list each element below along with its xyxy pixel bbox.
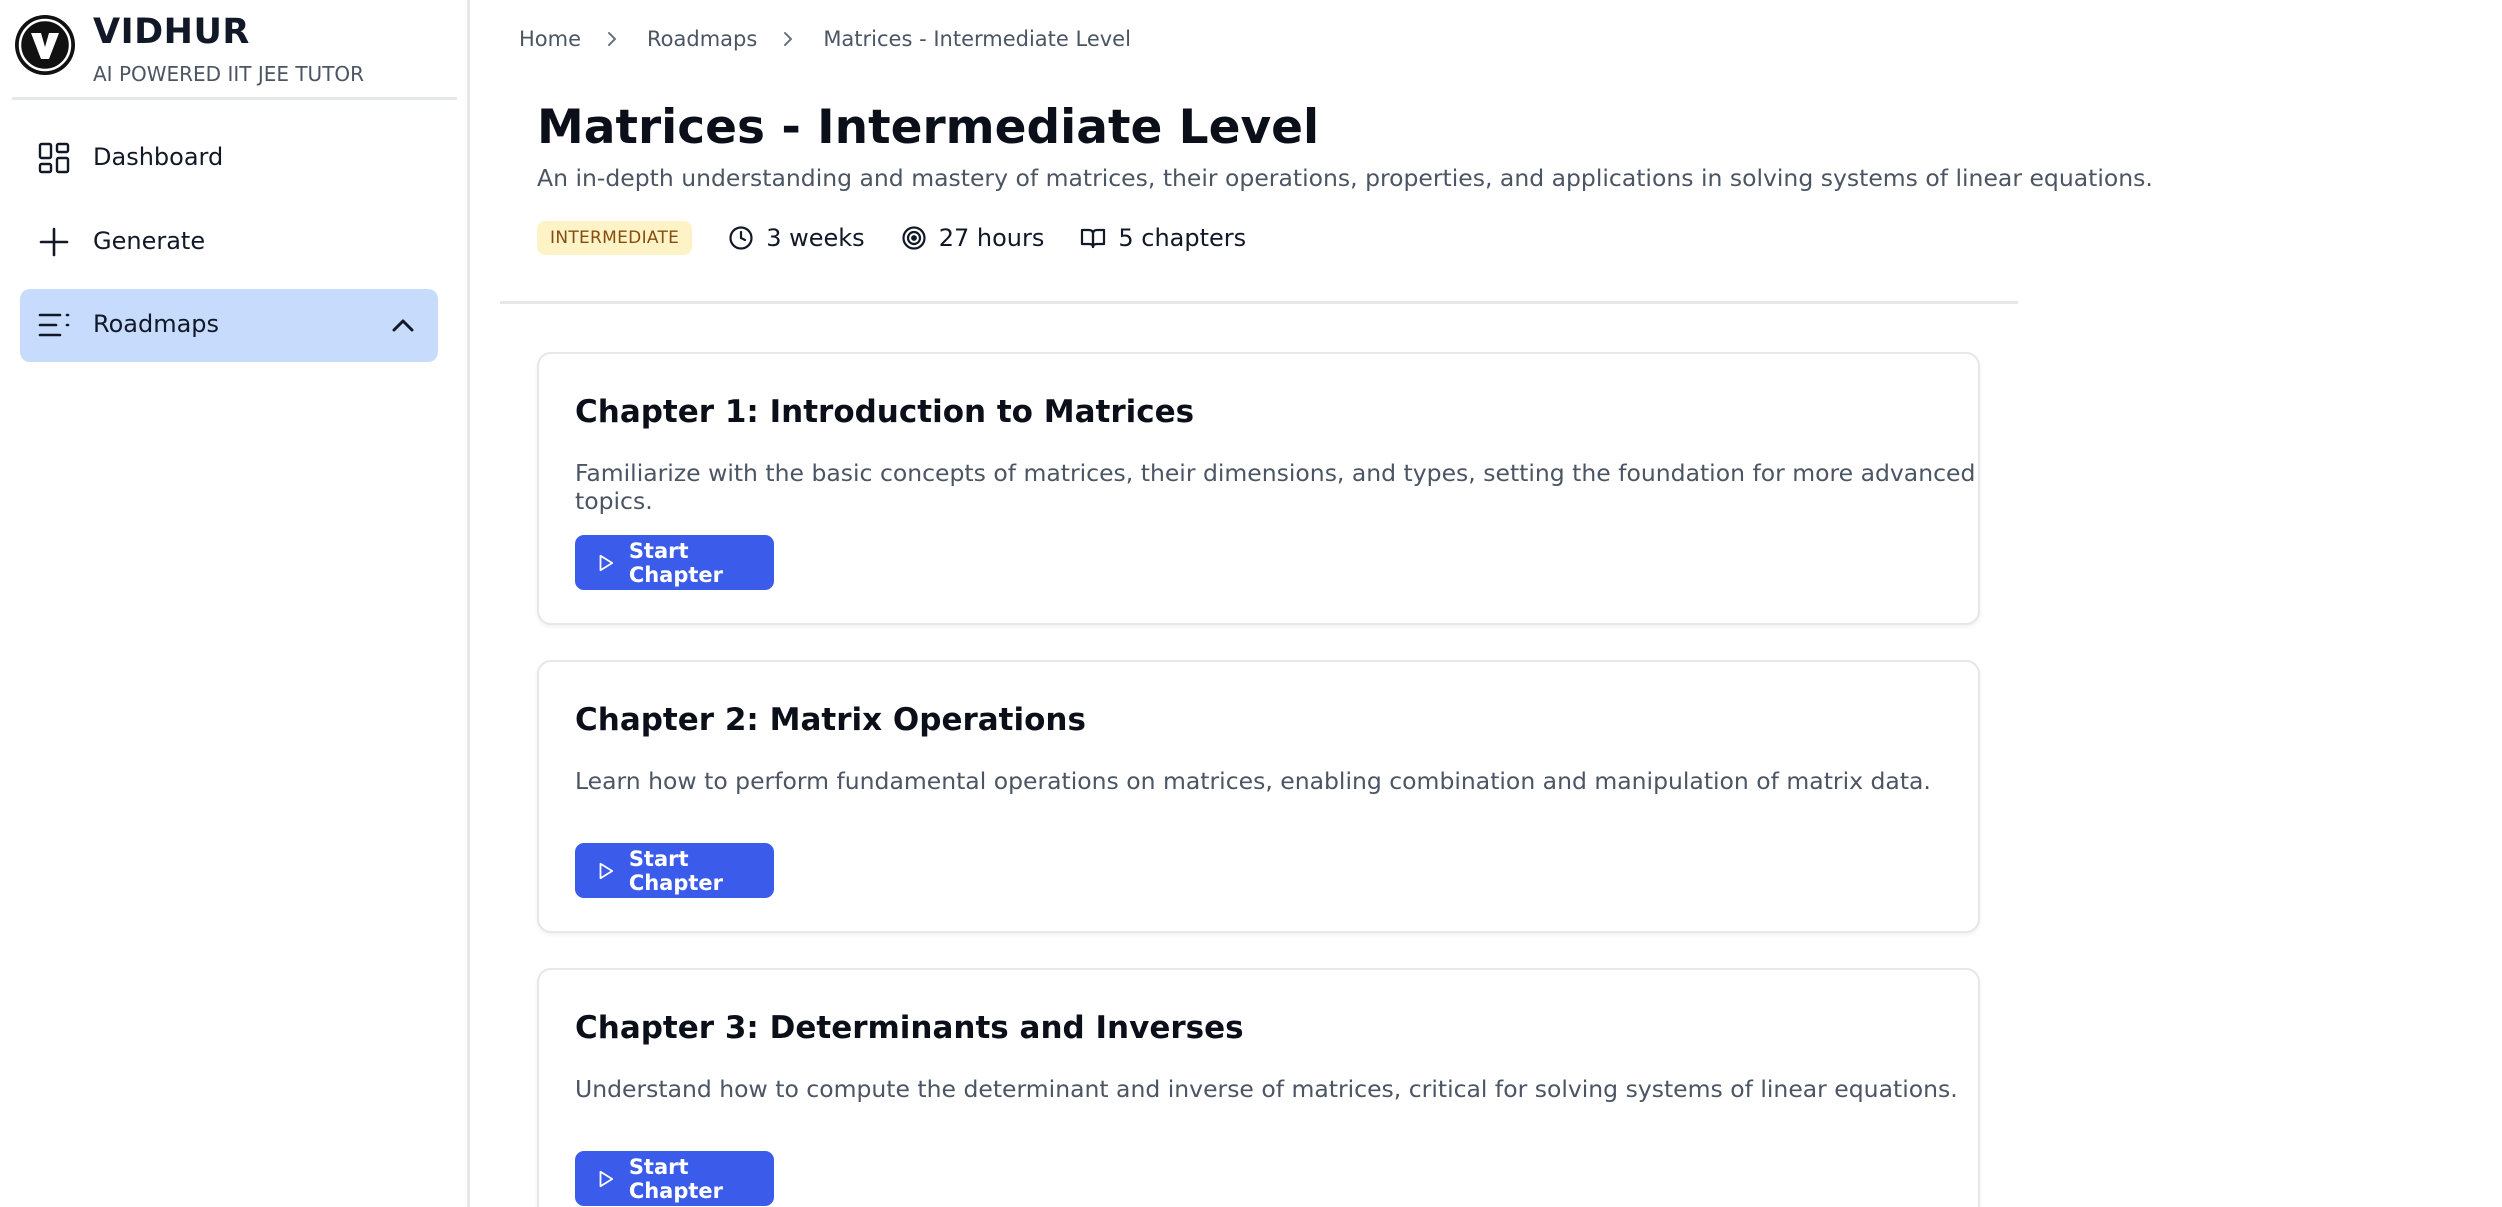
chapter-card: Chapter 2: Matrix Operations Learn how t… [537, 660, 1980, 933]
chevron-right-icon [608, 32, 617, 46]
breadcrumb-home[interactable]: Home [519, 27, 581, 51]
page-title: Matrices - Intermediate Level [537, 100, 1320, 155]
duration-meta: 3 weeks [728, 224, 865, 252]
hours-meta: 27 hours [901, 224, 1045, 252]
play-icon [599, 554, 614, 571]
clock-icon [729, 226, 753, 250]
start-chapter-button[interactable]: Start Chapter [575, 843, 774, 898]
sidebar: VIDHUR AI POWERED IIT JEE TUTOR Dashboar… [0, 0, 470, 1207]
chapter-description: Learn how to perform fundamental operati… [575, 767, 1931, 795]
roadmap-meta: INTERMEDIATE 3 weeks 27 hours 5 chapters [537, 220, 1246, 256]
header-divider [500, 301, 2018, 304]
breadcrumb-roadmaps[interactable]: Roadmaps [647, 27, 757, 51]
chapters-count-text: 5 chapters [1118, 224, 1247, 252]
list-icon [38, 313, 70, 337]
sidebar-item-label: Generate [93, 227, 206, 255]
breadcrumb: Home Roadmaps Matrices - Intermediate Le… [519, 25, 1131, 53]
start-chapter-button[interactable]: Start Chapter [575, 535, 774, 590]
play-icon [599, 862, 614, 879]
chapter-card: Chapter 1: Introduction to Matrices Fami… [537, 352, 1980, 625]
sidebar-item-generate[interactable]: Generate [20, 206, 438, 279]
button-label: Start Chapter [628, 1154, 724, 1203]
book-open-icon [1081, 228, 1106, 249]
breadcrumb-current: Matrices - Intermediate Level [823, 27, 1131, 51]
hours-text: 27 hours [938, 224, 1045, 252]
level-badge: INTERMEDIATE [537, 221, 693, 255]
brand-header: VIDHUR AI POWERED IIT JEE TUTOR [12, 10, 457, 100]
chapter-title: Chapter 3: Determinants and Inverses [575, 1010, 1244, 1046]
button-label: Start Chapter [628, 538, 724, 587]
chevron-up-icon[interactable] [388, 311, 418, 341]
chapter-title: Chapter 1: Introduction to Matrices [575, 394, 1195, 430]
start-chapter-button[interactable]: Start Chapter [575, 1151, 774, 1206]
brand-tagline: AI POWERED IIT JEE TUTOR [93, 62, 365, 86]
button-label: Start Chapter [628, 846, 724, 895]
sidebar-item-label: Roadmaps [93, 310, 220, 338]
play-icon [599, 1170, 614, 1187]
chapter-description: Understand how to compute the determinan… [575, 1075, 1958, 1103]
page-description: An in-depth understanding and mastery of… [537, 164, 2153, 192]
duration-text: 3 weeks [766, 224, 865, 252]
chapters-meta: 5 chapters [1080, 224, 1246, 252]
sidebar-item-label: Dashboard [93, 143, 224, 171]
chapter-description: Familiarize with the basic concepts of m… [575, 459, 1976, 515]
dashboard-grid-icon [38, 142, 70, 174]
vidhur-logo[interactable] [14, 14, 76, 76]
chevron-right-icon [784, 32, 793, 46]
sidebar-item-roadmaps[interactable]: Roadmaps [20, 289, 438, 362]
brand-name: VIDHUR [93, 12, 250, 52]
plus-icon [39, 227, 69, 257]
chapter-title: Chapter 2: Matrix Operations [575, 702, 1086, 738]
sidebar-item-dashboard[interactable]: Dashboard [20, 122, 438, 195]
target-icon [902, 226, 926, 250]
chapter-card: Chapter 3: Determinants and Inverses Und… [537, 968, 1980, 1207]
